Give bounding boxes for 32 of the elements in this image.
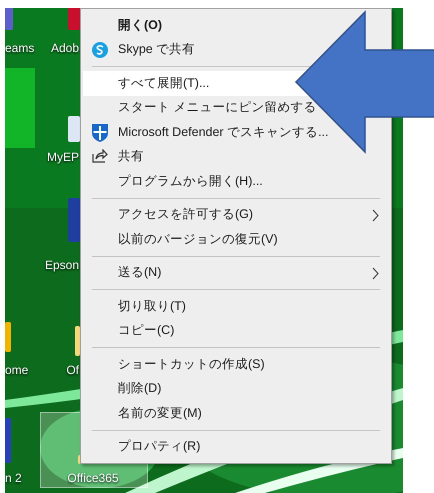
menu-item[interactable]: ショートカットの作成(S): [83, 352, 389, 376]
menu-item[interactable]: コピー(C): [83, 318, 389, 343]
icon-label[interactable]: Epson: [44, 257, 79, 273]
menu-item[interactable]: 送る(N): [83, 260, 389, 285]
menu-item[interactable]: 開く(O): [83, 13, 389, 38]
icon-label[interactable]: Adob: [50, 40, 79, 56]
icon-label[interactable]: n 2: [5, 470, 22, 486]
desktop-icon[interactable]: [68, 8, 80, 30]
skype-icon: [92, 42, 108, 58]
desktop-icon[interactable]: [68, 198, 80, 242]
menu-item[interactable]: 削除(D): [83, 376, 389, 401]
menu-item[interactable]: 以前のバージョンの復元(V): [83, 227, 389, 252]
chevron-right-icon: [372, 208, 379, 222]
menu-item[interactable]: Microsoft Defender でスキャンする...: [83, 120, 389, 144]
chevron-right-icon: [372, 266, 379, 280]
icon-label[interactable]: Of: [66, 362, 79, 378]
desktop-icon[interactable]: [68, 116, 80, 142]
shield-icon: [92, 124, 108, 142]
desktop-icon[interactable]: [5, 322, 11, 352]
menu-item[interactable]: 共有: [83, 144, 389, 169]
share-icon: [92, 148, 108, 162]
desktop-icon[interactable]: [75, 326, 80, 356]
icon-label[interactable]: eams: [5, 40, 34, 56]
menu-item[interactable]: プログラムから開く(H)...: [83, 169, 389, 194]
icon-label[interactable]: MyEP: [46, 149, 79, 165]
menu-item[interactable]: プロパティ(R): [83, 434, 389, 459]
desktop-icon[interactable]: [5, 8, 13, 30]
menu-item[interactable]: アクセスを許可する(G): [83, 202, 389, 227]
desktop-icon[interactable]: [5, 418, 11, 463]
menu-item[interactable]: 切り取り(T): [83, 294, 389, 318]
menu-item[interactable]: 名前の変更(M): [83, 401, 389, 426]
icon-label[interactable]: ome: [5, 362, 28, 378]
